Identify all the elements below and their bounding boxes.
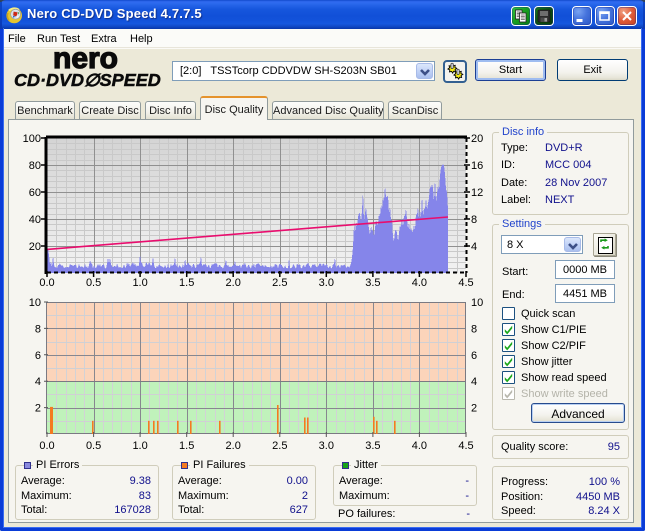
svg-text:3.5: 3.5 <box>365 440 380 452</box>
svg-text:20: 20 <box>471 133 483 145</box>
svg-text:2.0: 2.0 <box>226 440 241 452</box>
svg-text:8: 8 <box>35 323 41 335</box>
svg-text:1.5: 1.5 <box>179 440 194 452</box>
svg-text:1.0: 1.0 <box>132 440 147 452</box>
svg-text:2: 2 <box>471 403 477 415</box>
svg-text:1.0: 1.0 <box>132 277 147 289</box>
svg-text:4.0: 4.0 <box>412 440 427 452</box>
svg-text:4: 4 <box>471 241 477 253</box>
svg-text:0.0: 0.0 <box>39 440 54 452</box>
svg-text:2.0: 2.0 <box>226 277 241 289</box>
svg-text:60: 60 <box>29 187 41 199</box>
svg-text:3.0: 3.0 <box>319 440 334 452</box>
svg-text:4: 4 <box>35 376 41 388</box>
svg-text:8: 8 <box>471 323 477 335</box>
svg-text:12: 12 <box>471 187 483 199</box>
svg-text:1.5: 1.5 <box>179 277 194 289</box>
svg-text:20: 20 <box>29 241 41 253</box>
svg-text:2: 2 <box>35 403 41 415</box>
svg-text:2.5: 2.5 <box>272 440 287 452</box>
svg-text:4.5: 4.5 <box>458 440 473 452</box>
svg-text:3.0: 3.0 <box>319 277 334 289</box>
svg-text:4.5: 4.5 <box>458 277 473 289</box>
svg-text:8: 8 <box>471 214 477 226</box>
svg-text:80: 80 <box>29 160 41 172</box>
svg-text:6: 6 <box>35 350 41 362</box>
svg-text:10: 10 <box>471 297 483 309</box>
svg-text:2.5: 2.5 <box>272 277 287 289</box>
svg-text:0.0: 0.0 <box>39 277 54 289</box>
svg-text:40: 40 <box>29 214 41 226</box>
svg-text:3.5: 3.5 <box>365 277 380 289</box>
svg-text:10: 10 <box>29 297 41 309</box>
svg-text:0.5: 0.5 <box>86 440 101 452</box>
svg-text:16: 16 <box>471 160 483 172</box>
svg-text:4: 4 <box>471 376 477 388</box>
svg-text:6: 6 <box>471 350 477 362</box>
svg-text:100: 100 <box>23 133 41 145</box>
svg-text:0.5: 0.5 <box>86 277 101 289</box>
svg-text:4.0: 4.0 <box>412 277 427 289</box>
